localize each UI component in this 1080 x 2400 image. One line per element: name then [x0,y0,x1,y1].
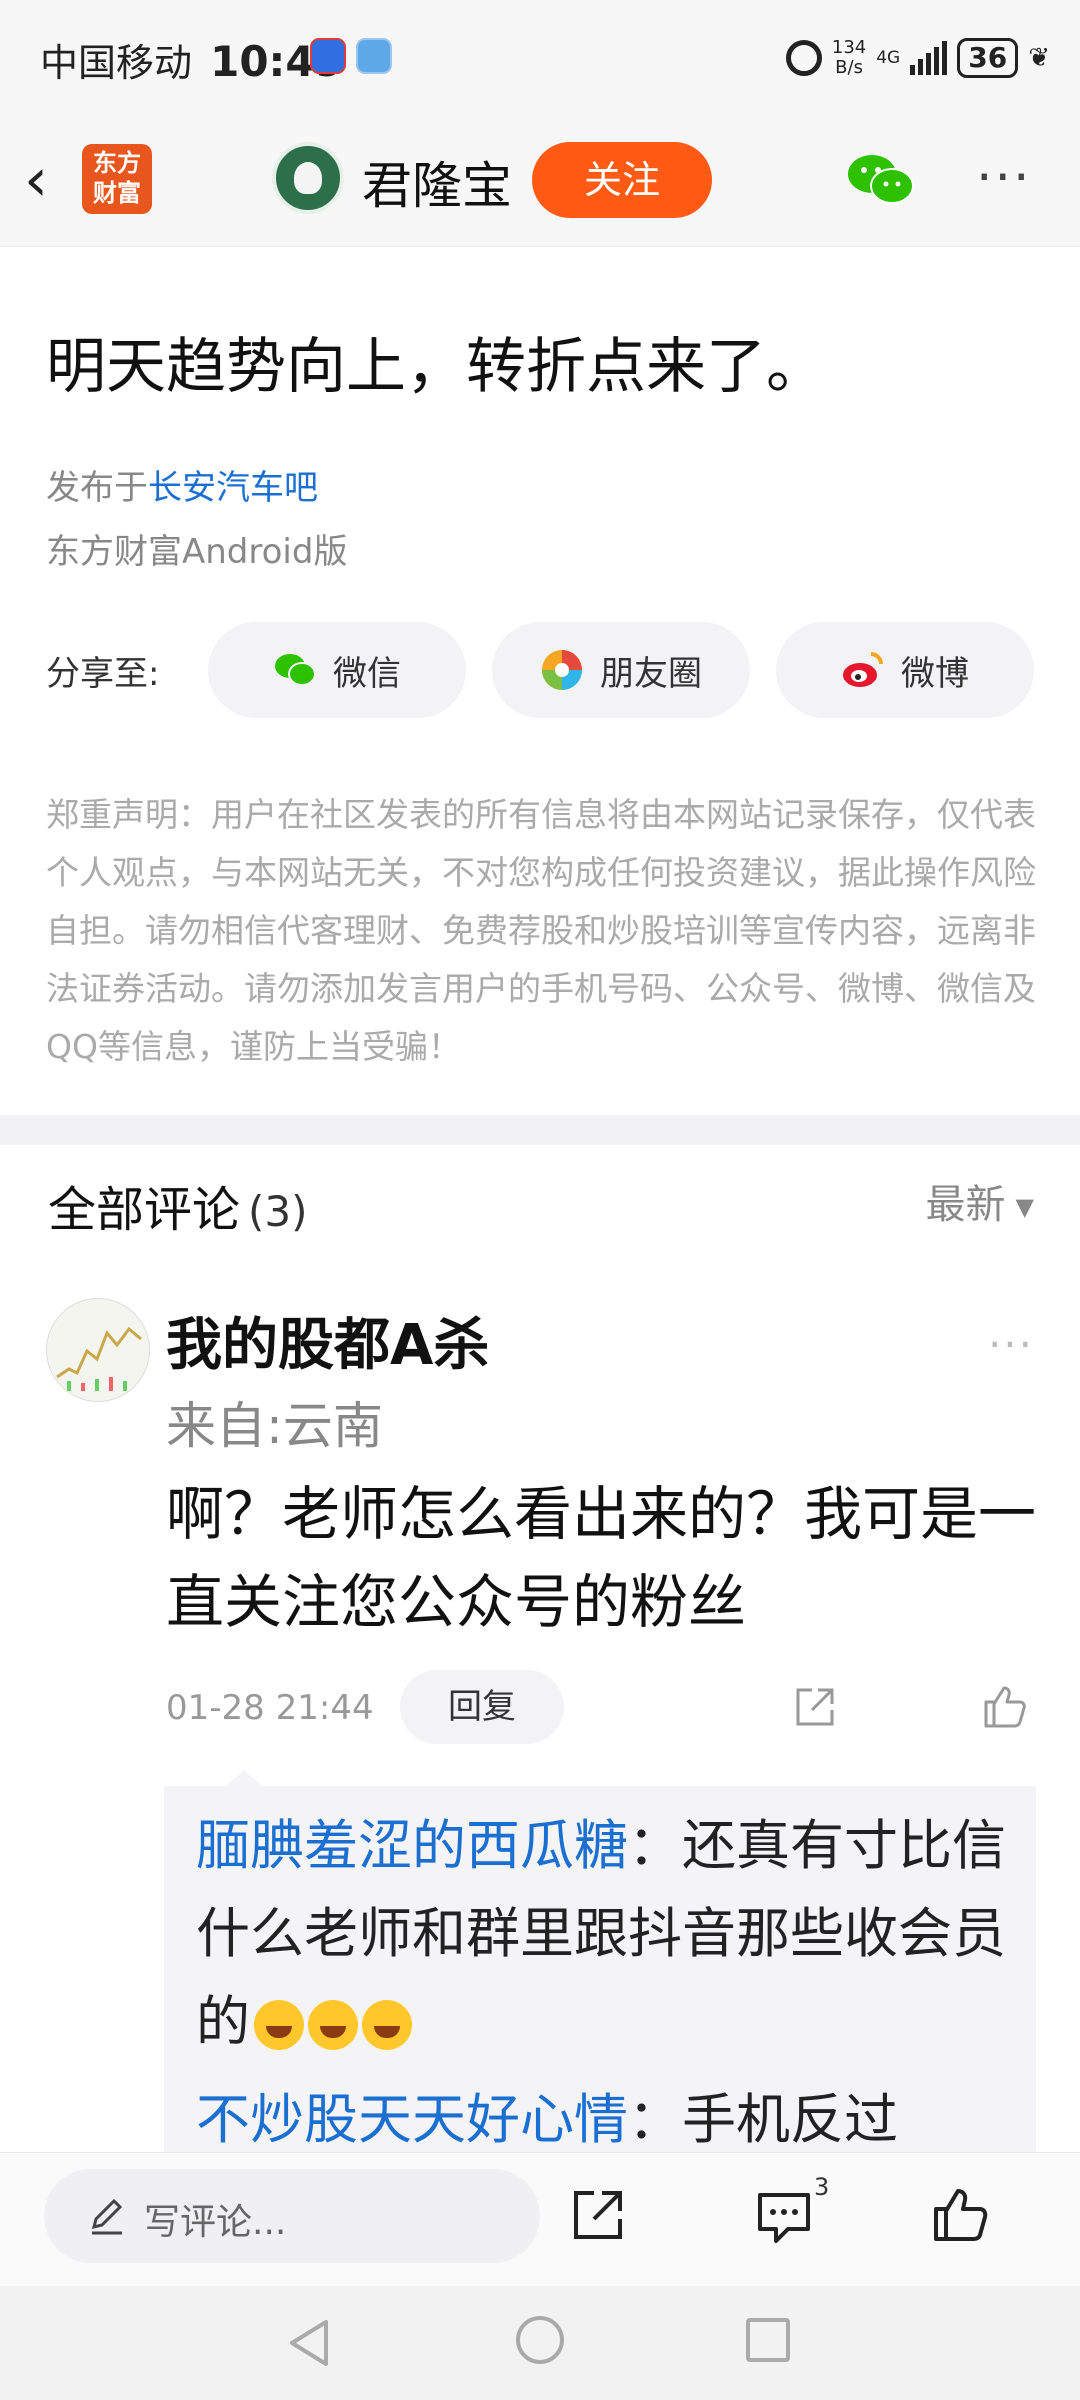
stock-chart-avatar-icon [56,1326,142,1391]
commenter-avatar[interactable] [46,1298,150,1402]
forum-link[interactable]: 长安汽车吧 [148,468,318,508]
pencil-icon [91,2198,123,2235]
post-forum: 发布于长安汽车吧 [46,460,318,509]
author-name[interactable]: 君隆宝 [362,146,512,218]
logo-text-line2: 财富 [93,179,141,207]
more-options-icon[interactable]: ··· [976,148,1032,208]
alarm-icon [785,40,822,76]
reply-list: 腼腆羞涩的西瓜糖：还真有寸比信什么老师和群里跟抖音那些收会员的 不炒股天天好心情… [164,1786,1036,2152]
leaf-icon: ❦ [1028,43,1050,73]
battery-icon: 36 [957,38,1019,78]
net-speed-value: 134 [831,37,867,58]
comments-count: (3) [248,1187,308,1236]
carrier-label: 中国移动 [40,41,193,85]
published-prefix: 发布于 [46,468,148,508]
laugh-cry-emoji-icon [254,2000,304,2051]
reply-item[interactable]: 腼腆羞涩的西瓜糖：还真有寸比信什么老师和群里跟抖音那些收会员的 [196,1802,1016,2066]
reply-author[interactable]: 不炒股天天好心情 [196,2088,628,2151]
section-divider [0,1115,1080,1145]
share-moments-button[interactable]: 朋友圈 [492,622,750,718]
comments-header: 全部评论 (3) [48,1170,308,1240]
sort-label: 最新 [925,1182,1006,1228]
back-icon[interactable]: ‹ [24,150,84,212]
net-speed-unit: B/s [835,57,863,78]
share-weibo-button[interactable]: 微博 [776,622,1034,718]
disclaimer-text: 郑重声明：用户在社区发表的所有信息将由本网站记录保存，仅代表个人观点，与本网站无… [46,795,1036,1066]
battery-level: 36 [968,41,1008,74]
author-avatar[interactable] [272,142,344,214]
comment-body: 啊？老师怎么看出来的？我可是一直关注您公众号的粉丝 [166,1480,1037,1636]
top-nav-bar: ‹ 东方 财富 君隆宝 关注 ··· [0,118,1080,247]
signal-icon [910,41,948,75]
replies-notch [226,1770,262,1786]
net-speed: 134 B/s [832,38,866,78]
app-logo[interactable]: 东方 财富 [82,144,152,214]
share-label: 分享至: [46,654,160,694]
share-post-icon[interactable] [570,2187,626,2243]
laugh-cry-emoji-icon [362,2000,412,2051]
share-wechat-button[interactable]: 微信 [208,622,466,718]
weibo-icon [843,652,883,687]
bottom-action-bar: 写评论... 3 [0,2152,1080,2287]
reply-button[interactable]: 回复 [400,1670,564,1744]
status-icons: 134 B/s 4G 36 ❦ [785,30,1050,86]
system-navigation-bar [0,2286,1080,2400]
wechat-share-icon[interactable] [846,152,916,206]
notification-app-icon [310,38,346,74]
wechat-icon [275,654,316,686]
comment-input-placeholder: 写评论... [144,2202,287,2243]
post-title: 明天趋势向上，转折点来了。 [46,332,826,402]
share-weibo-label: 微博 [901,653,969,694]
share-wechat-label: 微信 [333,653,401,694]
laugh-cry-emoji-icon [308,2000,358,2051]
comment-icon[interactable] [754,2187,814,2245]
nav-recents-icon[interactable] [746,2318,790,2362]
sort-dropdown[interactable]: 最新 ▼ [926,1172,1034,1230]
caret-down-icon: ▼ [1015,1193,1034,1221]
comments-title: 全部评论 [48,1182,241,1238]
comment-more-icon[interactable]: ··· [988,1320,1034,1369]
carrier-time: 中国移动 10:49 [40,32,344,87]
share-icon[interactable] [792,1684,838,1730]
reply-author[interactable]: 腼腆羞涩的西瓜糖 [196,1814,628,1877]
nav-back-icon[interactable] [284,2316,334,2370]
comment-time: 01-28 21:44 [166,1688,374,1728]
commenter-name[interactable]: 我的股都A杀 [166,1300,489,1381]
thumbs-up-icon[interactable] [930,2185,990,2245]
follow-button[interactable]: 关注 [532,142,712,218]
reply-text: ：手机反过 [628,2088,898,2151]
network-type: 4G [876,48,901,68]
thumbs-up-icon[interactable] [980,1682,1028,1730]
logo-text-line1: 东方 [93,149,141,177]
status-bar: 中国移动 10:49 134 B/s 4G 36 ❦ [0,0,1080,118]
comment-count-badge: 3 [814,2173,830,2201]
notification-app-icon [356,38,392,74]
share-moments-label: 朋友圈 [600,653,702,694]
nav-home-icon[interactable] [516,2316,564,2364]
comment-input[interactable]: 写评论... [44,2169,540,2263]
commenter-location: 来自:云南 [166,1397,383,1455]
reply-item[interactable]: 不炒股天天好心情：手机反过 [196,2076,1016,2152]
post-client: 东方财富Android版 [46,532,348,572]
moments-icon [542,650,582,690]
